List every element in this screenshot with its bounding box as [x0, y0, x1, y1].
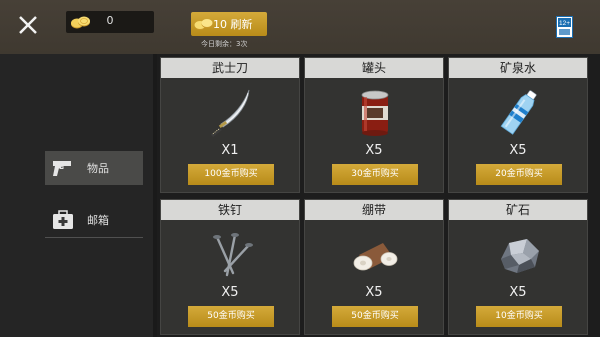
- shop-item-card: 矿泉水 X5 20金币购买: [448, 57, 588, 193]
- buy-button[interactable]: 30金币购买: [332, 164, 418, 185]
- item-name: 矿石: [449, 200, 587, 220]
- item-quantity: X5: [509, 143, 527, 158]
- buy-button[interactable]: 50金币购买: [332, 306, 418, 327]
- nails-icon: [213, 233, 253, 277]
- side-panel: [0, 54, 153, 337]
- item-name: 罐头: [305, 58, 443, 78]
- age-rating-badge: 12+: [556, 16, 573, 38]
- item-name: 绷带: [305, 200, 443, 220]
- coin-count: 0: [106, 14, 114, 27]
- item-name: 矿泉水: [449, 58, 587, 78]
- ore-icon: [501, 239, 539, 273]
- shop-item-card: 铁钉 X5 50金币购买: [160, 199, 300, 335]
- pistol-icon: [53, 161, 71, 176]
- katana-icon: [211, 89, 250, 137]
- buy-button[interactable]: 50金币购买: [188, 306, 274, 327]
- bandage-icon: [353, 243, 398, 271]
- shop-item-card: 矿石 X5 10金币购买: [448, 199, 588, 335]
- tab-items[interactable]: 物品: [45, 151, 143, 185]
- item-quantity: X1: [221, 143, 239, 158]
- buy-button[interactable]: 10金币购买: [476, 306, 562, 327]
- item-quantity: X5: [365, 143, 383, 158]
- age-badge-text: 12+: [559, 20, 570, 27]
- medkit-icon: [53, 210, 73, 229]
- coin-balance: 0: [66, 11, 154, 33]
- item-quantity: X5: [365, 285, 383, 300]
- shop-item-card: 武士刀 X1 100金币购买: [160, 57, 300, 193]
- refresh-label: 10 刷新: [213, 18, 253, 31]
- buy-button[interactable]: 100金币购买: [188, 164, 274, 185]
- tab-items-label: 物品: [87, 162, 109, 175]
- canned-food-icon: [361, 90, 389, 136]
- shop-item-card: 罐头 X5 30金币购买: [304, 57, 444, 193]
- tab-mailbox-label: 邮箱: [87, 214, 109, 227]
- coin-stack-icon: [71, 16, 90, 29]
- tab-mailbox[interactable]: 邮箱: [45, 203, 143, 238]
- item-name: 铁钉: [161, 200, 299, 220]
- close-icon[interactable]: [12, 9, 44, 41]
- water-bottle-icon: [500, 90, 537, 135]
- refresh-remaining-text: 今日剩余：3次: [201, 40, 248, 48]
- item-quantity: X5: [509, 285, 527, 300]
- item-name: 武士刀: [161, 58, 299, 78]
- top-bar: 0 10 刷新 今日剩余：3次 12+: [0, 0, 600, 54]
- shop-item-card: 绷带 X5 50金币购买: [304, 199, 444, 335]
- buy-button[interactable]: 20金币购买: [476, 164, 562, 185]
- coin-stack-icon: [194, 19, 213, 30]
- refresh-button[interactable]: 10 刷新: [191, 12, 267, 36]
- item-quantity: X5: [221, 285, 239, 300]
